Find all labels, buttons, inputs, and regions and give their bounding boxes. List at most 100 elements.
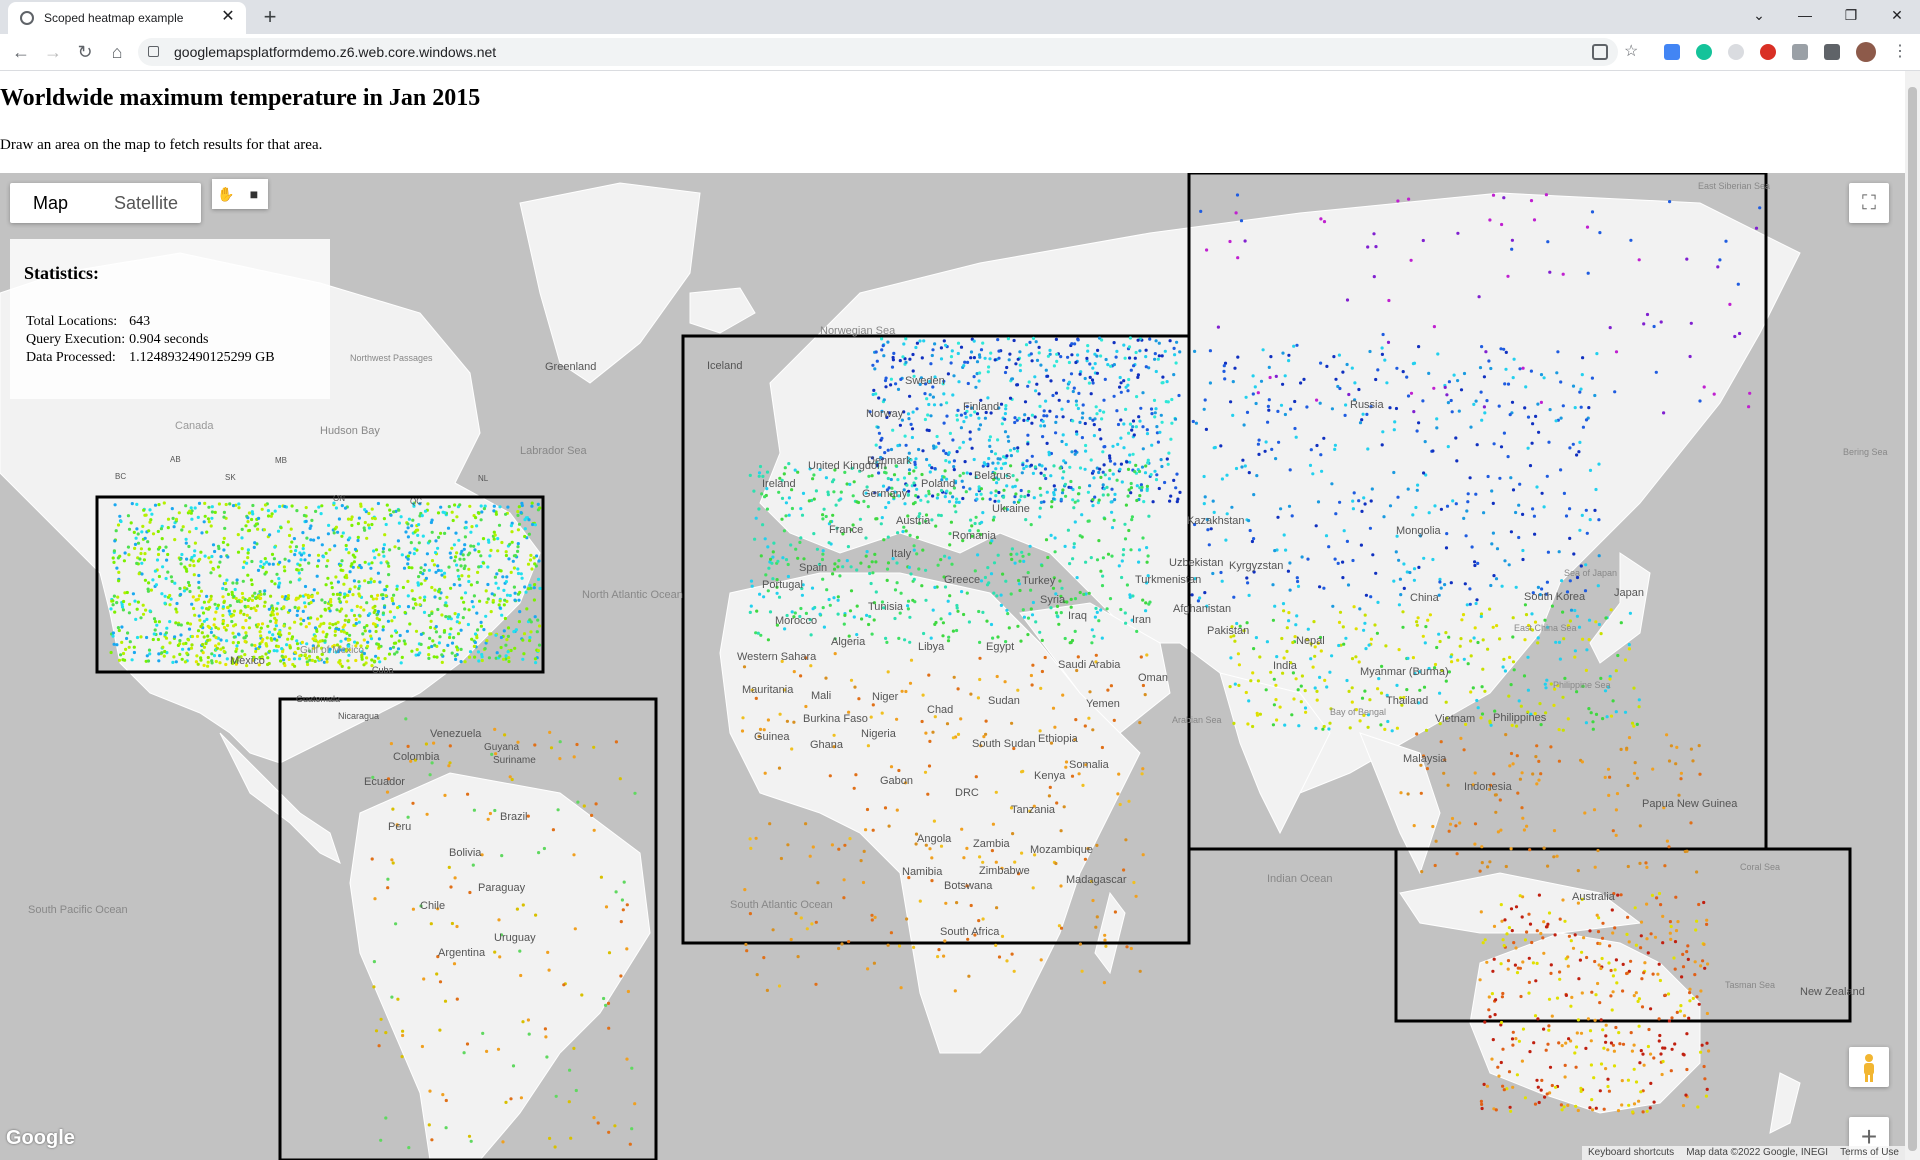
heatmap-point [451,518,455,523]
heatmap-point [837,946,841,951]
heatmap-point [1682,1053,1686,1057]
address-bar[interactable]: googlemapsplatformdemo.z6.web.core.windo… [138,38,1618,66]
new-tab-button[interactable]: + [256,4,284,32]
label-bay-of-bengal: Bay of Bengal [1330,707,1386,717]
page-scrollbar[interactable] [1905,71,1920,1160]
heatmap-point [1370,487,1374,491]
heatmap-point [1078,420,1082,424]
heatmap-point [417,523,421,527]
heatmap-point [1088,690,1092,694]
heatmap-point [477,511,481,515]
heatmap-point [1550,1083,1554,1088]
map-attribution: Keyboard shortcuts Map data ©2022 Google… [1582,1146,1905,1160]
tab-close-icon[interactable]: ✕ [218,7,238,27]
browser-tab[interactable]: Scoped heatmap example ✕ [8,2,246,34]
home-button[interactable]: ⌂ [104,39,130,65]
heatmap-point [1422,685,1427,689]
restore-button[interactable]: ❐ [1828,0,1874,30]
bookmark-star-icon[interactable]: ☆ [1624,44,1640,60]
heatmap-point [1095,843,1099,848]
heatmap-point [452,962,457,966]
heatmap-point [1256,679,1260,683]
heatmap-point [475,636,479,640]
grammarly-extension-icon[interactable] [1696,44,1712,60]
stat-row: Query Execution: 0.904 seconds [24,331,277,349]
heatmap-point [1521,512,1525,516]
heatmap-point [387,564,391,568]
profile-avatar[interactable] [1856,42,1876,62]
heatmap-point [500,540,504,545]
heatmap-point [1639,934,1643,938]
tab-search-button[interactable]: ⌄ [1736,0,1782,30]
heatmap-point [383,588,388,592]
map-type-map-button[interactable]: Map [10,183,91,223]
heatmap-point [205,530,209,534]
heatmap-point [1605,715,1609,719]
heatmap-point [979,487,984,491]
terms-of-use-link[interactable]: Terms of Use [1834,1146,1905,1160]
reload-button[interactable]: ↻ [72,39,98,65]
heatmap-point [121,651,126,656]
heatmap-point [906,599,911,603]
pegman-street-view-icon[interactable] [1849,1047,1889,1087]
heatmap-point [239,609,243,613]
heatmap-point [978,656,982,660]
heatmap-point [977,919,981,923]
heatmap-point [1040,564,1044,568]
scrollbar-thumb[interactable] [1908,87,1917,1151]
heatmap-point [886,561,891,565]
heatmap-point [1287,353,1291,357]
heatmap-point [1685,257,1689,261]
heatmap-point [529,553,533,557]
heatmap-point [348,570,352,574]
heatmap-point [504,580,508,584]
heatmap-point [363,520,367,525]
heatmap-point [1026,571,1030,575]
extension-icon[interactable] [1728,44,1744,60]
heatmap-point [443,999,448,1003]
draw-rectangle-icon[interactable]: ■ [240,179,268,209]
heatmap-point [956,408,960,412]
heatmap-point [1027,552,1031,556]
hand-pan-icon[interactable]: ✋ [212,179,240,209]
heatmap-point [1464,534,1468,538]
minimize-button[interactable]: — [1782,0,1828,30]
share-icon[interactable] [1592,44,1608,60]
fullscreen-icon[interactable]: ⛶ [1849,183,1889,223]
heatmap-point [1045,490,1049,494]
heatmap-point [607,1130,611,1134]
heatmap-point [419,566,423,570]
heatmap-point [168,641,172,645]
heatmap-point [1578,390,1582,394]
heatmap-point [434,625,438,629]
heatmap-point [374,629,378,634]
heatmap-point [469,1139,473,1143]
heatmap-point [1412,567,1417,571]
adblock-extension-icon[interactable] [1760,44,1776,60]
heatmap-point [374,654,378,658]
heatmap-point [427,646,431,650]
heatmap-point [199,656,203,660]
heatmap-point [1445,393,1449,397]
heatmap-point [379,561,383,565]
pen-extension-icon[interactable] [1792,44,1808,60]
heatmap-point [911,502,916,506]
translate-extension-icon[interactable] [1664,44,1680,60]
heatmap-point [125,590,129,595]
keyboard-shortcuts-link[interactable]: Keyboard shortcuts [1582,1146,1680,1160]
puzzle-extensions-icon[interactable] [1824,44,1840,60]
heatmap-point [278,560,282,564]
heatmap-point [462,547,466,551]
heatmap-point [340,504,344,508]
heatmap-point [923,392,927,396]
heatmap-point [556,808,560,812]
map-canvas[interactable]: Greenland Iceland Norwegian Sea Labrador… [0,173,1905,1160]
map-type-satellite-button[interactable]: Satellite [91,183,201,223]
back-button[interactable]: ← [8,39,34,65]
heatmap-point [1405,688,1409,692]
close-window-button[interactable]: ✕ [1874,0,1920,30]
forward-button[interactable]: → [40,39,66,65]
heatmap-point [1141,447,1145,451]
menu-kebab-icon[interactable]: ⋮ [1892,44,1908,60]
heatmap-point [516,542,520,546]
